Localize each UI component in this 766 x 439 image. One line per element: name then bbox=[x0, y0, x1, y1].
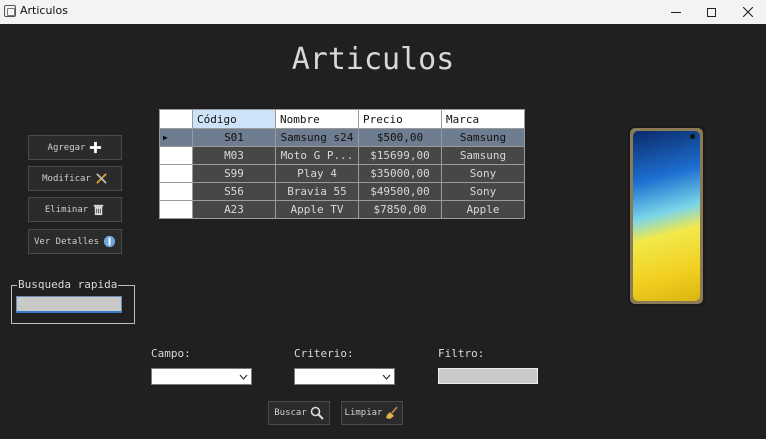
minimize-button[interactable] bbox=[658, 0, 694, 24]
delete-button[interactable]: Eliminar bbox=[28, 197, 122, 222]
grid-cell[interactable]: S01 bbox=[192, 128, 276, 147]
row-header[interactable] bbox=[159, 164, 193, 183]
table-row[interactable]: A23 Apple TV $7850,00 Apple bbox=[159, 200, 525, 219]
row-header[interactable] bbox=[159, 200, 193, 219]
criterio-select[interactable] bbox=[294, 368, 395, 385]
trash-icon bbox=[94, 204, 104, 216]
row-header[interactable] bbox=[159, 182, 193, 201]
filtro-input[interactable] bbox=[438, 368, 538, 384]
maximize-button[interactable] bbox=[693, 0, 729, 24]
row-selector-icon[interactable]: ▶ bbox=[159, 128, 193, 147]
grid-cell[interactable]: Apple TV bbox=[275, 200, 359, 219]
grid-cell[interactable]: Play 4 bbox=[275, 164, 359, 183]
minimize-icon bbox=[671, 11, 681, 13]
search-button-label: Buscar bbox=[274, 408, 307, 418]
clear-button[interactable]: Limpiar bbox=[341, 401, 403, 425]
grid-cell[interactable]: A23 bbox=[192, 200, 276, 219]
grid-cell[interactable]: M03 bbox=[192, 146, 276, 165]
grid-cell[interactable]: $35000,00 bbox=[358, 164, 442, 183]
grid-corner-cell bbox=[159, 109, 193, 129]
add-button[interactable]: Agregar bbox=[28, 135, 122, 160]
window-title: Articulos bbox=[20, 4, 68, 17]
table-row[interactable]: ▶ S01 Samsung s24 $500,00 Samsung bbox=[159, 128, 525, 147]
grid-cell[interactable]: Sony bbox=[441, 164, 525, 183]
grid-cell[interactable]: S56 bbox=[192, 182, 276, 201]
plus-icon bbox=[90, 141, 102, 154]
table-row[interactable]: M03 Moto G P... $15699,00 Samsung bbox=[159, 146, 525, 165]
clear-button-label: Limpiar bbox=[344, 408, 383, 418]
close-icon bbox=[743, 7, 753, 17]
column-header-marca[interactable]: Marca bbox=[441, 109, 525, 129]
criterio-label: Criterio: bbox=[294, 347, 354, 360]
delete-button-label: Eliminar bbox=[44, 204, 89, 215]
grid-cell[interactable]: Samsung s24 bbox=[275, 128, 359, 147]
details-icon bbox=[103, 235, 116, 248]
grid-cell[interactable]: $49500,00 bbox=[358, 182, 442, 201]
table-row[interactable]: S99 Play 4 $35000,00 Sony bbox=[159, 164, 525, 183]
grid-cell[interactable]: Sony bbox=[441, 182, 525, 201]
chevron-down-icon bbox=[239, 374, 248, 380]
page-title: Articulos bbox=[291, 42, 455, 77]
title-bar: Articulos bbox=[0, 0, 766, 24]
product-image bbox=[628, 126, 705, 306]
grid-cell[interactable]: $500,00 bbox=[358, 128, 442, 147]
app-icon bbox=[4, 5, 16, 17]
broom-icon bbox=[386, 406, 399, 419]
grid-cell[interactable]: Bravia 55 bbox=[275, 182, 359, 201]
maximize-icon bbox=[706, 7, 716, 17]
filtro-label: Filtro: bbox=[438, 347, 485, 360]
modify-button[interactable]: Modificar bbox=[28, 166, 122, 191]
column-header-codigo[interactable]: Código bbox=[192, 109, 276, 129]
view-details-button[interactable]: Ver Detalles bbox=[28, 229, 122, 254]
add-button-label: Agregar bbox=[47, 142, 86, 153]
phone-screen bbox=[633, 131, 700, 301]
view-details-button-label: Ver Detalles bbox=[33, 236, 100, 247]
grid-cell[interactable]: $7850,00 bbox=[358, 200, 442, 219]
campo-select[interactable] bbox=[151, 368, 252, 385]
tools-icon bbox=[96, 173, 107, 184]
quick-search-label: Busqueda rapida bbox=[17, 278, 119, 291]
chevron-down-icon bbox=[382, 374, 391, 380]
table-row[interactable]: S56 Bravia 55 $49500,00 Sony bbox=[159, 182, 525, 201]
grid-cell[interactable]: $15699,00 bbox=[358, 146, 442, 165]
grid-cell[interactable]: S99 bbox=[192, 164, 276, 183]
grid-cell[interactable]: Moto G P... bbox=[275, 146, 359, 165]
row-header[interactable] bbox=[159, 146, 193, 165]
search-icon bbox=[310, 406, 324, 420]
phone-camera bbox=[690, 134, 695, 139]
articles-grid[interactable]: Código Nombre Precio Marca ▶ S01 Samsung… bbox=[159, 109, 525, 219]
campo-label: Campo: bbox=[151, 347, 191, 360]
column-header-nombre[interactable]: Nombre bbox=[275, 109, 359, 129]
search-button[interactable]: Buscar bbox=[268, 401, 330, 425]
column-header-precio[interactable]: Precio bbox=[358, 109, 442, 129]
grid-header-row: Código Nombre Precio Marca bbox=[159, 109, 525, 129]
grid-cell[interactable]: Samsung bbox=[441, 128, 525, 147]
grid-cell[interactable]: Samsung bbox=[441, 146, 525, 165]
modify-button-label: Modificar bbox=[42, 173, 91, 184]
quick-search-input[interactable] bbox=[16, 296, 122, 313]
close-button[interactable] bbox=[730, 0, 766, 24]
grid-cell[interactable]: Apple bbox=[441, 200, 525, 219]
